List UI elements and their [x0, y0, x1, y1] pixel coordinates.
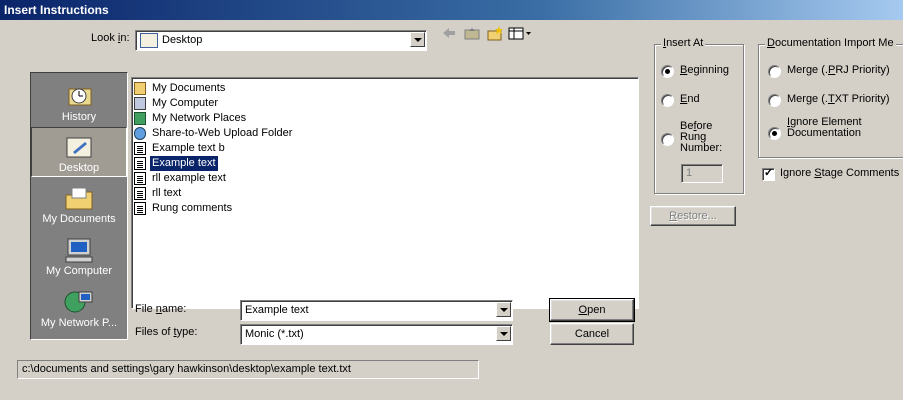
- places-item-my-computer[interactable]: My Computer: [31, 231, 127, 281]
- ignore-element-doc-label[interactable]: Ignore Element Documentation: [787, 117, 862, 139]
- text-file-icon: [134, 142, 146, 155]
- end-radio[interactable]: [661, 94, 674, 107]
- file-type-value: Monic (*.txt): [245, 328, 304, 340]
- my-computer-icon: [63, 237, 95, 263]
- file-type-combo[interactable]: Monic (*.txt): [240, 324, 513, 345]
- up-folder-icon[interactable]: [463, 25, 481, 41]
- file-name-label: File name:: [135, 303, 187, 315]
- insert-instructions-dialog: Look in: Desktop History Desktop My Docu…: [0, 20, 903, 400]
- network-icon: [134, 112, 146, 125]
- places-item-history[interactable]: History: [31, 77, 127, 127]
- look-in-label: Look in:: [91, 32, 130, 44]
- text-file-icon: [134, 202, 146, 215]
- network-icon: [63, 289, 95, 315]
- ignore-stage-comments-checkbox[interactable]: [762, 166, 775, 181]
- file-name-dropdown-button[interactable]: [496, 302, 511, 317]
- look-in-combo[interactable]: Desktop: [135, 30, 427, 51]
- merge-txt-radio[interactable]: [768, 94, 781, 107]
- selected-path-box: c:\documents and settings\gary hawkinson…: [17, 360, 479, 379]
- look-in-value: Desktop: [162, 34, 203, 46]
- places-bar: History Desktop My Documents My Computer…: [30, 72, 128, 340]
- desktop-icon: [140, 33, 158, 48]
- text-file-icon: [134, 187, 146, 200]
- end-label[interactable]: End: [680, 93, 700, 105]
- look-in-dropdown-button[interactable]: [410, 32, 425, 47]
- desktop-icon: [63, 134, 95, 160]
- web-folder-icon: [134, 127, 146, 140]
- history-icon: [63, 83, 95, 109]
- beginning-radio[interactable]: [661, 65, 674, 78]
- merge-prj-radio[interactable]: [768, 65, 781, 78]
- places-label-desktop: Desktop: [58, 162, 100, 174]
- text-file-icon: [134, 157, 146, 170]
- window-title: Insert Instructions: [4, 3, 109, 17]
- ignore-element-doc-radio[interactable]: [768, 127, 781, 140]
- title-bar: Insert Instructions: [0, 0, 903, 20]
- file-name-input[interactable]: Example text: [245, 304, 309, 316]
- file-name-combo[interactable]: Example text: [240, 300, 513, 321]
- file-type-dropdown-button[interactable]: [496, 326, 511, 341]
- places-label-my-computer: My Computer: [45, 265, 113, 277]
- view-menu-icon[interactable]: [508, 25, 532, 41]
- places-item-my-network[interactable]: My Network P...: [31, 283, 127, 333]
- my-documents-icon: [63, 185, 95, 211]
- back-arrow-icon[interactable]: [440, 25, 458, 41]
- documentation-import-group: Documentation Import Me Merge (.PRJ Prio…: [758, 37, 903, 158]
- before-rung-radio[interactable]: [661, 133, 674, 146]
- places-item-desktop[interactable]: Desktop: [31, 127, 127, 177]
- insert-at-group: Insert At Beginning End Before Rung Numb…: [654, 37, 744, 194]
- open-button[interactable]: Open: [549, 298, 635, 322]
- text-file-icon: [134, 172, 146, 185]
- file-type-label: Files of type:: [135, 326, 198, 338]
- file-list[interactable]: My Documents My Computer My Network Plac…: [131, 77, 639, 309]
- merge-txt-label[interactable]: Merge (.TXT Priority): [787, 93, 890, 105]
- insert-at-title: Insert At: [661, 37, 706, 49]
- before-rung-label[interactable]: Before Rung Number:: [680, 121, 722, 154]
- places-item-my-documents[interactable]: My Documents: [31, 179, 127, 229]
- rung-number-input[interactable]: 1: [681, 164, 723, 183]
- places-label-my-documents: My Documents: [42, 213, 116, 225]
- beginning-label[interactable]: Beginning: [680, 64, 729, 76]
- merge-prj-label[interactable]: Merge (.PRJ Priority): [787, 64, 890, 76]
- documentation-import-title: Documentation Import Me: [765, 37, 896, 49]
- restore-button[interactable]: Restore...: [650, 206, 736, 226]
- cancel-button[interactable]: Cancel: [550, 323, 634, 345]
- new-folder-icon[interactable]: [486, 25, 504, 41]
- ignore-stage-comments-label[interactable]: Ignore Stage Comments: [780, 167, 899, 179]
- folder-icon: [134, 82, 146, 95]
- places-label-history: History: [61, 111, 97, 123]
- computer-icon: [134, 97, 146, 110]
- places-label-my-network: My Network P...: [40, 317, 118, 329]
- selected-path-text: c:\documents and settings\gary hawkinson…: [22, 363, 351, 375]
